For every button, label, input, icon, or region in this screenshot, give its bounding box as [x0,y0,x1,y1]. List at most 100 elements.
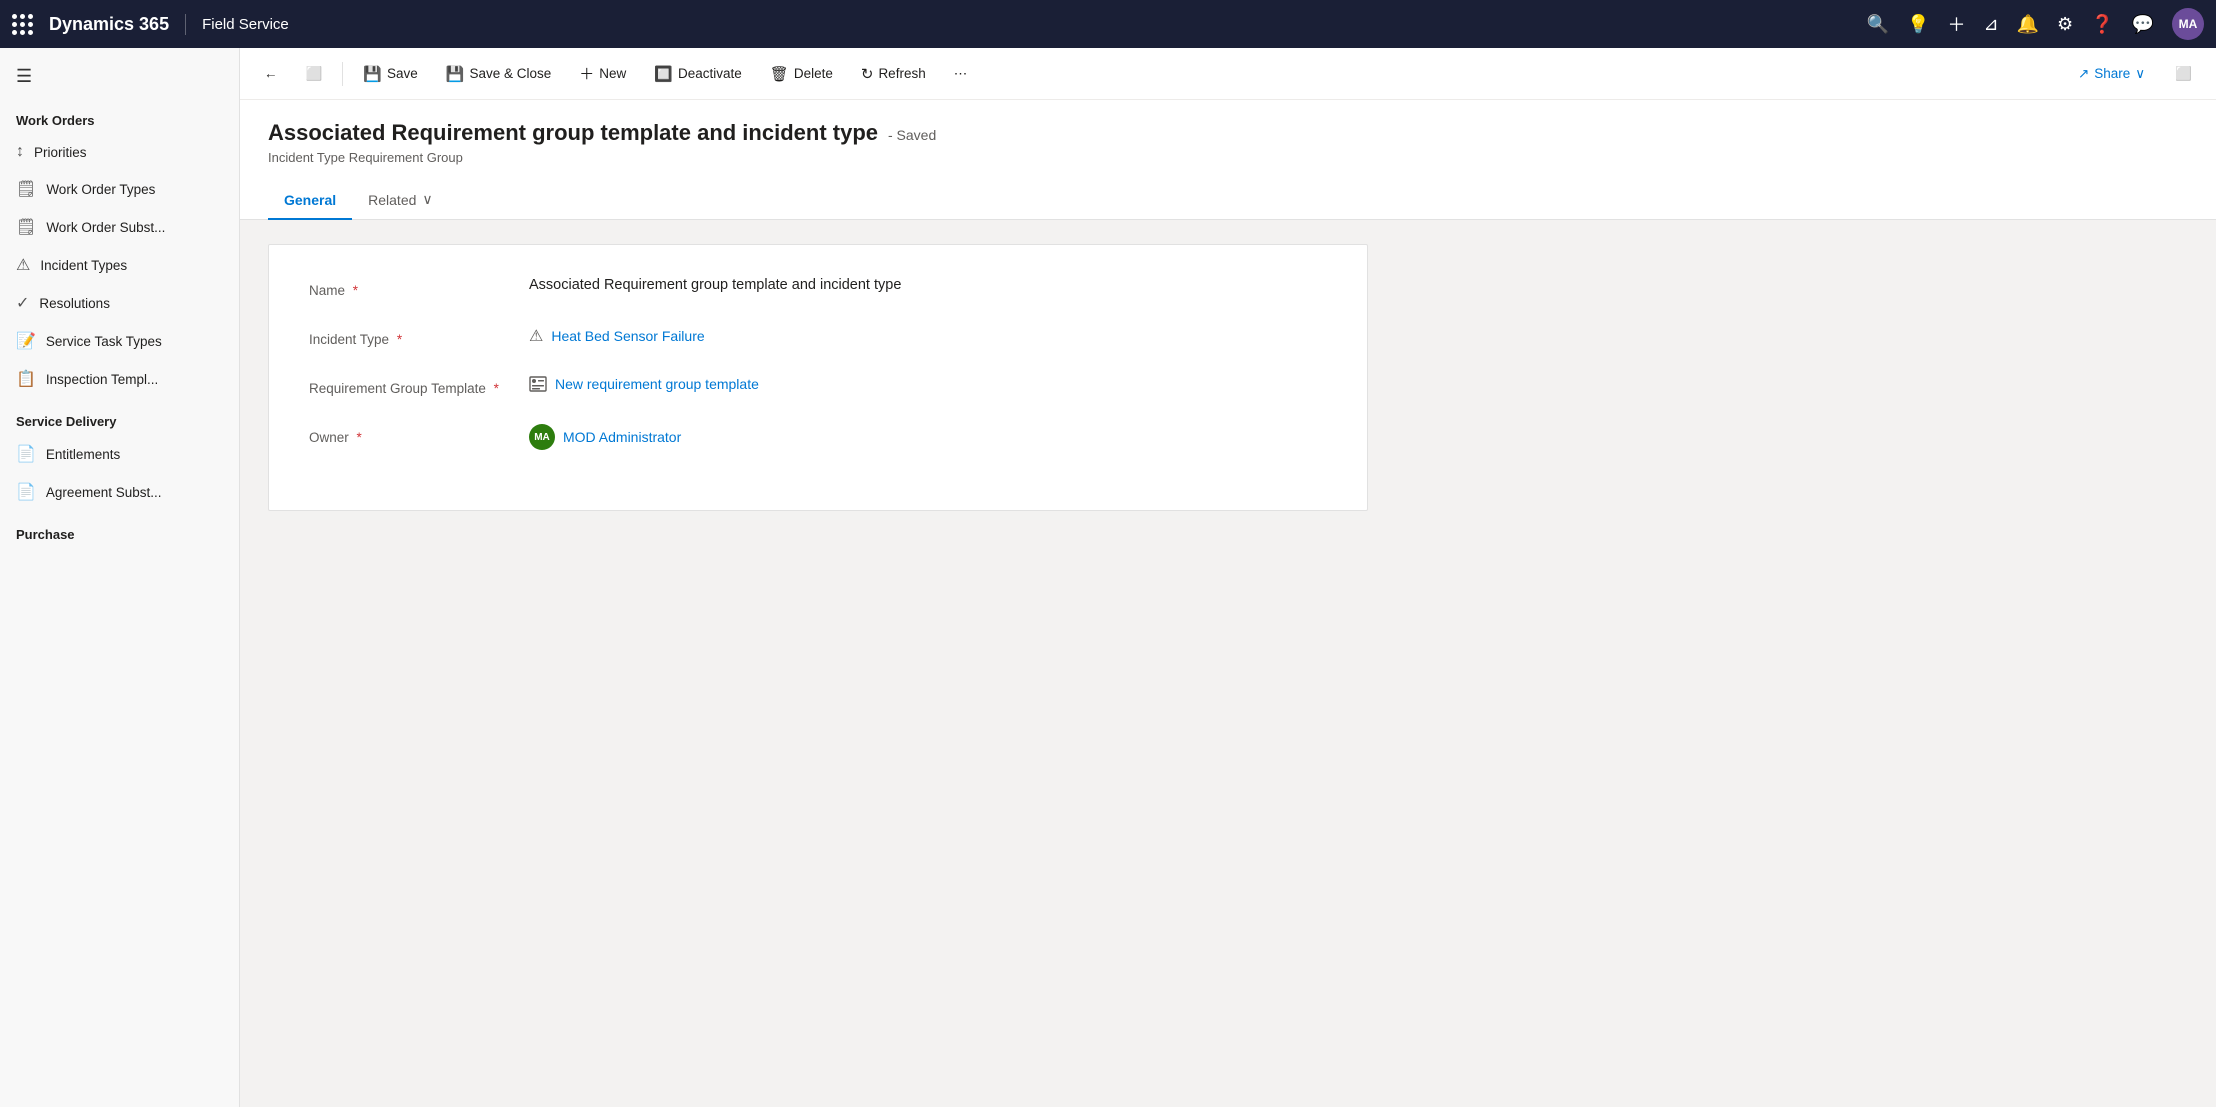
owner-value: MA MOD Administrator [529,424,1327,450]
sidebar-item-incident-types[interactable]: ⚠ Incident Types [0,246,239,284]
tab-related-dropdown-icon: ∨ [422,191,432,208]
sidebar-item-agreement-subst[interactable]: 📄 Agreement Subst... [0,473,239,511]
deactivate-icon: 🔲 [654,65,673,83]
sidebar-item-work-order-types[interactable]: 🗒 Work Order Types [0,170,239,208]
tabs: General Related ∨ [240,181,2216,220]
agreement-subst-icon: 📄 [16,482,36,502]
deactivate-button[interactable]: 🔲 Deactivate [642,59,753,89]
user-avatar[interactable]: MA [2172,8,2204,40]
work-order-subst-icon: 🗒 [16,217,36,237]
entitlements-icon: 📄 [16,444,36,464]
main-layout: ☰ Work Orders ↕ Priorities 🗒 Work Order … [0,48,2216,1107]
delete-label: Delete [794,66,833,81]
incident-type-text: Heat Bed Sensor Failure [551,328,704,344]
tab-related[interactable]: Related ∨ [352,181,449,220]
settings-icon[interactable]: ⚙ [2057,14,2073,35]
sidebar-toggle[interactable]: ☰ [0,56,239,97]
new-button[interactable]: ＋ New [567,57,638,90]
sidebar-item-label: Service Task Types [46,334,162,349]
sidebar-item-service-task-types[interactable]: 📝 Service Task Types [0,322,239,360]
add-icon[interactable]: ＋ [1948,11,1966,37]
back-button[interactable]: ← [252,60,290,87]
sidebar: ☰ Work Orders ↕ Priorities 🗒 Work Order … [0,48,240,1107]
work-orders-section-title: Work Orders [0,97,239,134]
sidebar-item-priorities[interactable]: ↕ Priorities [0,134,239,170]
tab-general[interactable]: General [268,181,352,220]
save-close-icon: 💾 [446,65,465,83]
page-subtitle: Incident Type Requirement Group [268,150,2188,165]
popout-button[interactable]: ⬜ [2163,60,2204,88]
app-name[interactable]: Dynamics 365 [49,14,186,35]
sidebar-item-inspection-templ[interactable]: 📋 Inspection Templ... [0,360,239,398]
form-row-incident-type: Incident Type * ⚠ Heat Bed Sensor Failur… [309,326,1327,347]
incident-type-value: ⚠ Heat Bed Sensor Failure [529,326,1327,346]
tab-related-label: Related [368,192,416,208]
service-delivery-section-title: Service Delivery [0,398,239,435]
content-area: ← ⬜ 💾 Save 💾 Save & Close ＋ New 🔲 Deacti… [240,48,2216,1107]
help-icon[interactable]: ❓ [2091,14,2113,35]
app-grid-icon[interactable] [12,14,33,35]
deactivate-label: Deactivate [678,66,742,81]
req-group-text: New requirement group template [555,376,759,392]
sidebar-item-entitlements[interactable]: 📄 Entitlements [0,435,239,473]
open-in-new-button[interactable]: ⬜ [294,60,335,88]
save-label: Save [387,66,418,81]
sidebar-item-label: Work Order Types [46,182,155,197]
sidebar-item-label: Incident Types [40,258,127,273]
save-close-label: Save & Close [469,66,551,81]
form-row-owner: Owner * MA MOD Administrator [309,424,1327,450]
service-task-types-icon: 📝 [16,331,36,351]
save-close-button[interactable]: 💾 Save & Close [434,59,563,89]
name-label: Name * [309,277,529,298]
owner-link[interactable]: MA MOD Administrator [529,424,1327,450]
top-nav-right: 🔍 💡 ＋ ⊿ 🔔 ⚙ ❓ 💬 MA [1867,8,2204,40]
form-card: Name * Associated Requirement group temp… [268,244,1368,511]
popout-icon: ⬜ [2175,66,2192,82]
toolbar: ← ⬜ 💾 Save 💾 Save & Close ＋ New 🔲 Deacti… [240,48,2216,100]
sidebar-item-label: Inspection Templ... [46,372,158,387]
share-label: Share [2094,66,2130,81]
purchase-section-title: Purchase [0,511,239,548]
bell-icon[interactable]: 🔔 [2017,14,2039,35]
work-order-types-icon: 🗒 [16,179,36,199]
module-name[interactable]: Field Service [202,16,289,33]
saved-badge: - Saved [888,127,936,143]
owner-name: MOD Administrator [563,429,681,445]
sidebar-item-label: Entitlements [46,447,120,462]
new-icon: ＋ [579,63,594,84]
toolbar-separator [342,62,343,86]
form-row-req-group: Requirement Group Template * [309,375,1327,396]
name-required: * [353,283,358,298]
page-title: Associated Requirement group template an… [268,120,2188,146]
form-row-name: Name * Associated Requirement group temp… [309,277,1327,298]
resolutions-icon: ✓ [16,293,29,313]
refresh-button[interactable]: ↻ Refresh [849,59,938,89]
req-group-value: New requirement group template [529,375,1327,393]
top-nav: Dynamics 365 Field Service 🔍 💡 ＋ ⊿ 🔔 ⚙ ❓… [0,0,2216,48]
more-icon: ⋯ [954,66,968,82]
incident-type-link[interactable]: ⚠ Heat Bed Sensor Failure [529,326,1327,346]
share-button[interactable]: ↗ Share ∨ [2064,60,2159,88]
save-icon: 💾 [363,65,382,83]
req-group-label: Requirement Group Template * [309,375,529,396]
name-value[interactable]: Associated Requirement group template an… [529,277,1327,293]
refresh-label: Refresh [878,66,925,81]
filter-icon[interactable]: ⊿ [1984,14,1999,35]
search-icon[interactable]: 🔍 [1867,14,1889,35]
sidebar-item-work-order-subst[interactable]: 🗒 Work Order Subst... [0,208,239,246]
sidebar-item-resolutions[interactable]: ✓ Resolutions [0,284,239,322]
sidebar-item-label: Work Order Subst... [46,220,165,235]
sidebar-item-label: Priorities [34,145,87,160]
req-group-link[interactable]: New requirement group template [529,375,1327,393]
chat-icon[interactable]: 💬 [2132,14,2154,35]
refresh-icon: ↻ [861,65,874,83]
lightbulb-icon[interactable]: 💡 [1907,14,1929,35]
save-button[interactable]: 💾 Save [351,59,429,89]
warning-icon: ⚠ [529,326,543,346]
toolbar-right: ↗ Share ∨ ⬜ [2064,60,2204,88]
delete-button[interactable]: 🗑 Delete [758,59,845,89]
share-icon: ↗ [2078,66,2089,82]
delete-icon: 🗑 [770,65,789,83]
more-button[interactable]: ⋯ [942,60,980,88]
share-dropdown-icon: ∨ [2135,66,2145,82]
